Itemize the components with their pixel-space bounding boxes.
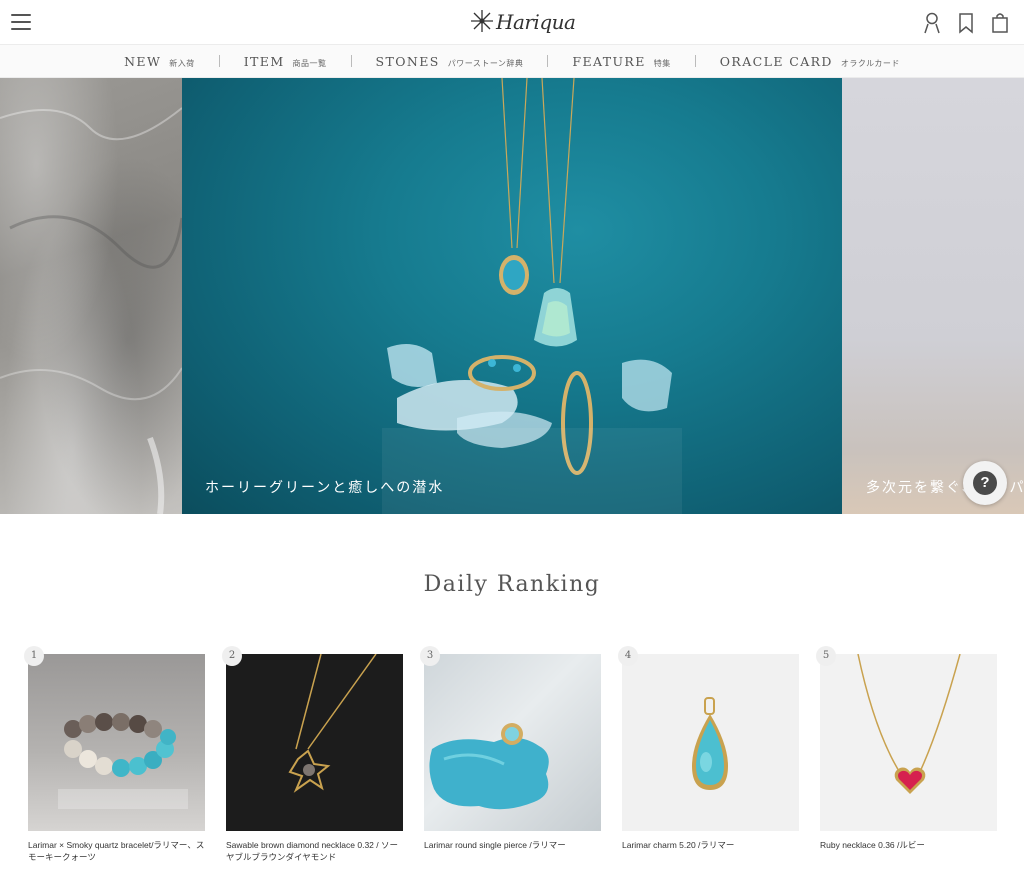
nav-sublabel: パワーストーン辞典 (447, 58, 524, 68)
nav-label: NEW (124, 53, 162, 69)
nav-item-stones[interactable]: STONES パワーストーン辞典 (352, 54, 548, 69)
nav-item-feature[interactable]: FEATURE 特集 (548, 54, 694, 69)
product-card[interactable]: 1 Larimar × Smoky quartz bracelet/ラリマー、ス… (24, 646, 205, 863)
bracelet-image (58, 713, 188, 809)
bookmark-icon[interactable] (956, 12, 976, 34)
hero-carousel[interactable]: ホーリーグリーンと癒しへの潜水 多次元を繋ぐ、スーパ ? (0, 78, 1024, 514)
nav-sublabel: オラクルカード (840, 58, 900, 68)
diamond-necklace-image (288, 654, 377, 793)
carousel-slide-previous[interactable] (0, 78, 184, 514)
nav-label: ITEM (243, 53, 285, 69)
nav-label: FEATURE (572, 53, 646, 69)
product-card[interactable]: 4 Larimar charm 5.20 /ラリマー (618, 646, 799, 851)
ranking-title: Daily Ranking (423, 572, 601, 597)
product-name[interactable]: Ruby necklace 0.36 /ルビー (820, 839, 997, 851)
nav-label: STONES (375, 53, 440, 69)
product-image[interactable] (424, 654, 601, 831)
stone-texture-image (0, 107, 184, 514)
product-card[interactable]: 5 Ruby necklace 0.36 /ルビー (816, 646, 997, 851)
product-image[interactable] (622, 654, 799, 831)
nav-sublabel: 特集 (653, 58, 671, 68)
hamburger-menu-icon[interactable] (11, 14, 31, 30)
product-image[interactable] (820, 654, 997, 831)
nav-label: ORACLE CARD (719, 53, 833, 69)
main-nav: NEW 新入荷 ITEM 商品一覧 STONES パワーストーン辞典 FEATU… (0, 44, 1024, 78)
jewelry-photo (382, 78, 682, 514)
product-image[interactable] (226, 654, 403, 831)
user-icon[interactable] (922, 12, 942, 34)
nav-item-oracle-card[interactable]: ORACLE CARD オラクルカード (696, 54, 924, 69)
nav-item-item[interactable]: ITEM 商品一覧 (220, 54, 351, 69)
site-header: Hariqua (0, 0, 1024, 44)
rank-badge: 5 (816, 646, 836, 666)
question-mark-icon: ? (973, 471, 997, 495)
nav-sublabel: 商品一覧 (292, 58, 327, 68)
carousel-slide-next[interactable] (842, 78, 1024, 514)
shopping-bag-icon[interactable] (990, 12, 1010, 34)
larimar-charm-image (692, 697, 728, 790)
rank-badge: 4 (618, 646, 638, 666)
product-name[interactable]: Larimar × Smoky quartz bracelet/ラリマー、スモー… (28, 839, 205, 863)
carousel-slide-current[interactable] (182, 78, 842, 514)
product-name[interactable]: Sawable brown diamond necklace 0.32 / ソー… (226, 839, 403, 863)
rank-badge: 1 (24, 646, 44, 666)
rank-badge: 3 (420, 646, 440, 666)
help-button[interactable]: ? (963, 461, 1007, 505)
hero-caption: ホーリーグリーンと癒しへの潜水 (205, 480, 445, 496)
product-card[interactable]: 2 Sawable brown diamond necklace 0.32 / … (222, 646, 403, 863)
product-name[interactable]: Larimar charm 5.20 /ラリマー (622, 839, 799, 851)
nav-sublabel: 新入荷 (169, 58, 195, 68)
logo-text: Hariqua (496, 10, 576, 34)
rank-badge: 2 (222, 646, 242, 666)
nav-item-new[interactable]: NEW 新入荷 (100, 54, 219, 69)
logo-star-icon (471, 10, 493, 32)
product-image[interactable] (28, 654, 205, 831)
larimar-pierce-image (429, 723, 549, 810)
ruby-necklace-image (857, 654, 961, 794)
product-card[interactable]: 3 Larimar round single pierce /ラリマー (420, 646, 601, 851)
site-logo[interactable]: Hariqua (468, 6, 576, 38)
product-name[interactable]: Larimar round single pierce /ラリマー (424, 839, 601, 851)
